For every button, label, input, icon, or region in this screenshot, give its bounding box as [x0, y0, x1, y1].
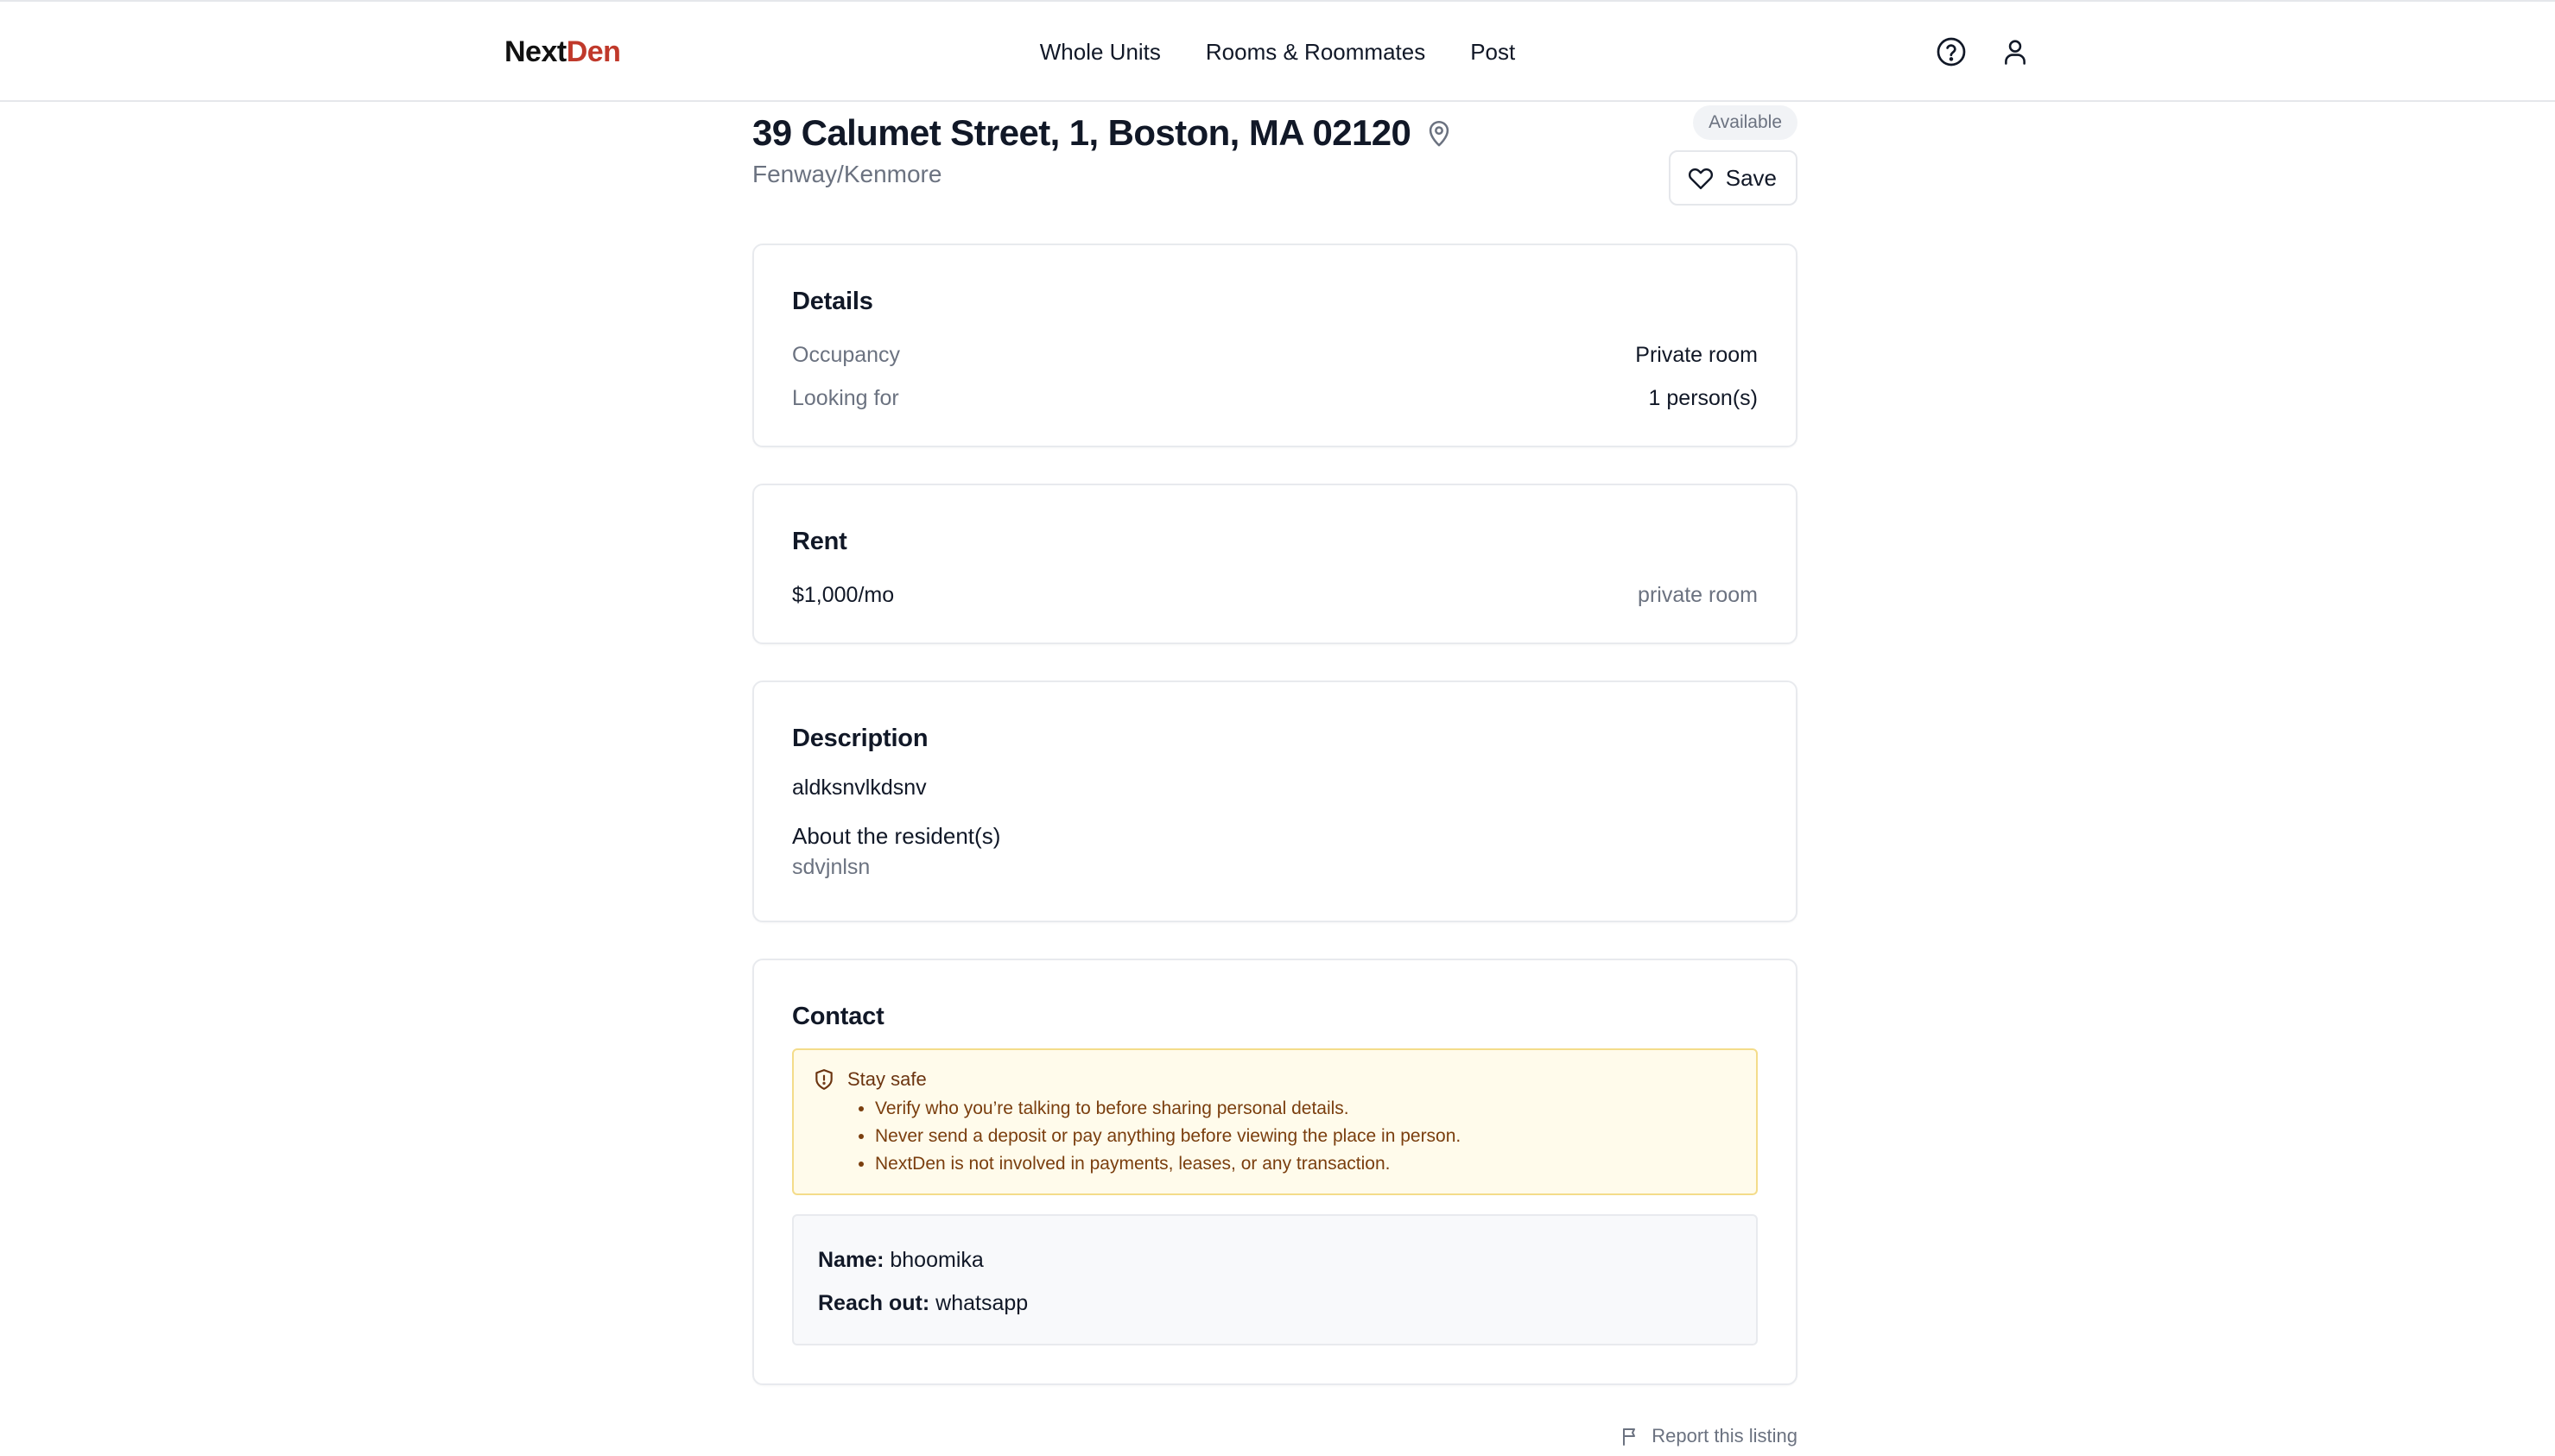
header-actions: [1934, 35, 2032, 69]
about-resident-label: About the resident(s): [792, 823, 1001, 849]
listing-title: 39 Calumet Street, 1, Boston, MA 02120: [752, 112, 1411, 153]
listing-main: 39 Calumet Street, 1, Boston, MA 02120 F…: [752, 102, 1797, 1447]
report-listing-link[interactable]: Report this listing: [1620, 1425, 1797, 1447]
details-heading: Details: [792, 288, 873, 315]
contact-reach-line: Reach out: whatsapp: [818, 1282, 1732, 1325]
contact-name-label: Name:: [818, 1248, 884, 1272]
help-button[interactable]: [1934, 35, 1969, 69]
safety-item: Never send a deposit or pay anything bef…: [875, 1123, 1737, 1150]
detail-value: Private room: [1635, 343, 1758, 367]
report-listing-label: Report this listing: [1652, 1425, 1797, 1447]
nav-post[interactable]: Post: [1470, 36, 1515, 67]
save-button-label: Save: [1725, 164, 1777, 191]
about-resident-text: sdvjnlsn: [792, 855, 871, 879]
safety-item: NextDen is not involved in payments, lea…: [875, 1150, 1737, 1178]
detail-label: Occupancy: [792, 343, 901, 367]
contact-heading: Contact: [792, 1003, 884, 1030]
shield-alert-icon: [815, 1069, 833, 1090]
listing-title-wrap: 39 Calumet Street, 1, Boston, MA 02120: [752, 109, 1454, 157]
heart-icon: [1688, 168, 1713, 190]
contact-reach-value: whatsapp: [935, 1291, 1029, 1315]
contact-reach-label: Reach out:: [818, 1291, 930, 1315]
safety-notice-header: Stay safe: [813, 1066, 1737, 1093]
rent-price: $1,000/mo: [792, 583, 895, 607]
flag-icon: [1623, 1428, 1636, 1446]
status-badge: Available: [1693, 105, 1797, 140]
nav-whole-units[interactable]: Whole Units: [1040, 36, 1161, 67]
rent-heading: Rent: [792, 528, 847, 555]
safety-notice: Stay safe Verify who you’re talking to b…: [792, 1048, 1758, 1195]
help-icon: [1937, 37, 1966, 66]
contact-info-box: Name: bhoomika Reach out: whatsapp: [792, 1214, 1758, 1345]
user-icon: [2005, 40, 2026, 65]
save-button[interactable]: Save: [1668, 150, 1797, 206]
detail-row-occupancy: Occupancy Private room: [792, 333, 1758, 377]
safety-item: Verify who you’re talking to before shar…: [875, 1095, 1737, 1123]
description-card: Description aldksnvlkdsnv About the resi…: [752, 681, 1797, 922]
rent-row: $1,000/mo private room: [792, 573, 1758, 617]
top-header: NextDen Whole Units Rooms & Roommates Po…: [0, 0, 2555, 102]
description-heading: Description: [792, 725, 929, 752]
account-button[interactable]: [1998, 35, 2032, 69]
listing-neighborhood: Fenway/Kenmore: [752, 161, 942, 187]
detail-row-looking-for: Looking for 1 person(s): [792, 377, 1758, 420]
contact-name-value: bhoomika: [890, 1248, 984, 1272]
listing-title-row: 39 Calumet Street, 1, Boston, MA 02120 F…: [752, 102, 1797, 244]
detail-label: Looking for: [792, 386, 899, 410]
contact-card: Contact Stay safe Verify who you’re talk…: [752, 959, 1797, 1385]
detail-value: 1 person(s): [1648, 386, 1758, 410]
rent-card: Rent $1,000/mo private room: [752, 484, 1797, 644]
description-text: aldksnvlkdsnv: [792, 775, 927, 800]
main-nav: Whole Units Rooms & Roommates Post: [0, 36, 2555, 67]
safety-title: Stay safe: [847, 1068, 927, 1090]
safety-list: Verify who you’re talking to before shar…: [813, 1095, 1737, 1178]
contact-name-line: Name: bhoomika: [818, 1238, 1732, 1282]
details-card: Details Occupancy Private room Looking f…: [752, 244, 1797, 447]
map-pin-icon[interactable]: [1424, 118, 1454, 148]
nav-rooms-roommates[interactable]: Rooms & Roommates: [1206, 36, 1425, 67]
rent-type: private room: [1638, 583, 1758, 607]
